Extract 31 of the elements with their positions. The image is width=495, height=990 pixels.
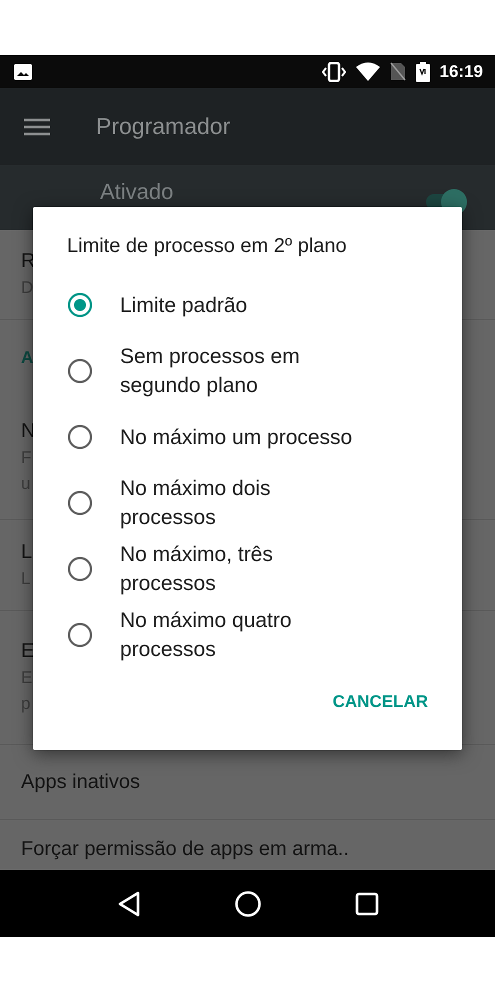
cancel-button[interactable]: CANCELAR xyxy=(326,684,434,720)
option-label[interactable]: No máximo um processo xyxy=(120,422,352,452)
option-label[interactable]: Sem processos em segundo plano xyxy=(120,342,365,400)
option-label[interactable]: No máximo quatro processos xyxy=(120,606,365,664)
dialog-title: Limite de processo em 2º plano xyxy=(66,235,348,258)
option-label[interactable]: Limite padrão xyxy=(120,290,248,320)
radio-button[interactable] xyxy=(67,490,93,516)
radio-button[interactable] xyxy=(67,358,93,384)
setting-title: E xyxy=(21,639,34,664)
radio-button[interactable] xyxy=(67,292,93,318)
no-sim-icon xyxy=(390,62,406,81)
section-header: A xyxy=(21,348,34,368)
image-icon xyxy=(14,64,32,80)
option-label[interactable]: No máximo, três processos xyxy=(120,540,365,598)
back-icon[interactable] xyxy=(116,890,140,916)
app-title: Programador xyxy=(96,113,230,140)
home-icon[interactable] xyxy=(234,890,262,918)
radio-button[interactable] xyxy=(67,556,93,582)
radio-button[interactable] xyxy=(67,424,93,450)
switch-label: Ativado xyxy=(100,179,174,205)
status-time: 16:19 xyxy=(440,62,483,82)
option-label[interactable]: No máximo dois processos xyxy=(120,474,365,532)
recents-icon[interactable] xyxy=(354,892,378,916)
wifi-icon xyxy=(356,62,380,81)
radio-button[interactable] xyxy=(67,622,93,648)
battery-icon xyxy=(416,62,430,82)
menu-icon[interactable] xyxy=(24,118,50,136)
setting-title: Apps inativos xyxy=(21,770,140,794)
setting-title: Forçar permissão de apps em arma.. xyxy=(21,837,349,862)
vibrate-icon xyxy=(322,62,346,82)
setting-title: L xyxy=(21,540,32,564)
